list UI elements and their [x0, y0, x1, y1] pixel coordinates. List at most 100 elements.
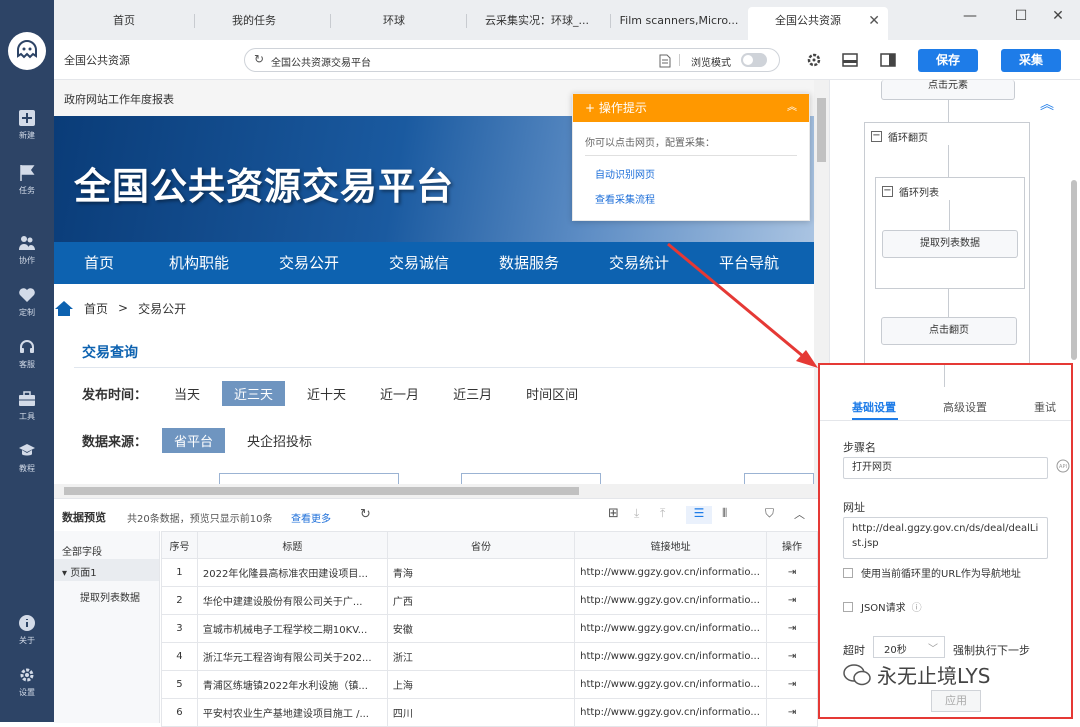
column-header[interactable]: 序号 [161, 531, 198, 559]
tab-film-scanners[interactable]: Film scanners,Micro... [614, 7, 744, 40]
help-icon[interactable]: ⓘ [912, 599, 922, 614]
save-button[interactable]: 保存 [918, 49, 978, 72]
breadcrumb-current[interactable]: 交易公开 [138, 300, 186, 317]
layout-right-icon[interactable] [878, 50, 898, 70]
site-nav-item[interactable]: 首页 [54, 242, 144, 284]
scrollbar-thumb[interactable] [817, 98, 826, 162]
row-action-icon[interactable]: ⇥ [766, 558, 818, 587]
column-header[interactable]: 省份 [386, 531, 576, 559]
flow-group-loop-page[interactable]: − 循环翻页 − 循环列表 提取列表数据 点击翻页 [864, 122, 1030, 365]
timeout-select[interactable]: 20秒 ﹀ [873, 636, 945, 658]
column-view-icon[interactable]: ⦀ [722, 506, 727, 521]
close-icon[interactable]: ✕ [868, 7, 880, 35]
app-logo-icon[interactable] [8, 32, 46, 70]
sidebar-item-settings[interactable]: 设置 [0, 662, 54, 706]
time-option[interactable]: 近三月 [441, 381, 504, 406]
flow-node-click-element[interactable]: 点击元素 [881, 80, 1015, 100]
sidebar-item-tutorial[interactable]: 教程 [0, 438, 54, 482]
breadcrumb-home[interactable]: 首页 [84, 300, 108, 317]
sidebar-item-new[interactable]: 新建 [0, 105, 54, 149]
url-bar[interactable]: ↻ 全国公共资源交易平台 浏览模式 [244, 48, 780, 72]
move-up-icon[interactable]: ⤒ [660, 506, 665, 521]
horizontal-scrollbar[interactable] [54, 484, 814, 498]
collapse-minus-icon[interactable]: − [882, 186, 893, 197]
sidebar-item-tools[interactable]: 工具 [0, 386, 54, 430]
sidebar-item-about[interactable]: 关于 [0, 610, 54, 654]
sidebar-item-collab[interactable]: 协作 [0, 230, 54, 274]
step-name-input[interactable]: 打开网页 [843, 457, 1048, 479]
site-nav-item[interactable]: 交易公开 [254, 242, 364, 284]
list-view-icon[interactable]: ☰ [686, 506, 712, 524]
tab-active[interactable]: 全国公共资源 ✕ [748, 7, 888, 40]
maximize-icon[interactable]: ☐ [1009, 8, 1033, 30]
time-option-selected[interactable]: 近三天 [222, 380, 286, 406]
flow-node-click-next[interactable]: 点击翻页 [881, 317, 1017, 345]
site-nav-item[interactable]: 数据服务 [474, 242, 584, 284]
table-row[interactable]: 4 浙江华元工程咨询有限公司关于202... 浙江 http://www.ggzy.g… [161, 642, 818, 671]
table-row[interactable]: 1 2022年化隆县高标准农田建设项目... 青海 http://www.ggzy.g… [161, 558, 818, 587]
flow-group-loop-list[interactable]: − 循环列表 提取列表数据 [875, 177, 1025, 289]
collapse-up-icon[interactable]: ︽ [1040, 94, 1054, 114]
url-input[interactable]: http://deal.ggzy.gov.cn/ds/deal/dealList… [843, 517, 1048, 559]
time-option[interactable]: 近一月 [368, 381, 431, 406]
site-nav-item[interactable]: 平台导航 [694, 242, 804, 284]
column-header[interactable]: 标题 [196, 531, 388, 559]
row-action-icon[interactable]: ⇥ [766, 670, 818, 699]
window-close-icon[interactable]: ✕ [1046, 8, 1070, 30]
row-action-icon[interactable]: ⇥ [766, 614, 818, 643]
flow-node-extract[interactable]: 提取列表数据 [882, 230, 1018, 258]
collapse-icon[interactable]: ︽ [787, 94, 797, 122]
sidebar-item-tasks[interactable]: 任务 [0, 160, 54, 204]
refresh-icon[interactable]: ↻ [360, 507, 371, 522]
site-nav-item[interactable]: 交易诚信 [364, 242, 474, 284]
source-option-selected[interactable]: 省平台 [162, 427, 226, 453]
table-row[interactable]: 5 青浦区练塘镇2022年水利设施（镇... 上海 http://www.ggzy.g… [161, 670, 818, 699]
tab-basic-settings[interactable]: 基础设置 [852, 399, 896, 415]
api-icon[interactable]: API [1056, 459, 1070, 473]
table-row[interactable]: 3 宣城市机械电子工程学校二期10KV... 安徽 http://www.ggzy.g… [161, 614, 818, 643]
scrollbar-thumb[interactable] [64, 487, 579, 495]
tab-retry[interactable]: 重试 [1034, 399, 1056, 415]
row-action-icon[interactable]: ⇥ [766, 586, 818, 615]
site-nav-item[interactable]: 交易统计 [584, 242, 694, 284]
tree-item-extract[interactable]: 提取列表数据 [80, 589, 140, 604]
site-nav-item[interactable]: 机构职能 [144, 242, 254, 284]
browse-mode-toggle[interactable] [741, 53, 767, 67]
document-icon[interactable] [659, 54, 671, 68]
use-loop-url-checkbox[interactable]: 使用当前循环里的URL作为导航地址 [843, 565, 1021, 580]
apply-button[interactable]: 应用 [931, 690, 981, 712]
layout-bottom-icon[interactable] [840, 50, 860, 70]
tab-global[interactable]: 环球 [334, 7, 454, 40]
table-row[interactable]: 6 平安村农业生产基地建设项目施工 /... 四川 http://www.ggzy.g… [161, 698, 818, 727]
time-option[interactable]: 时间区间 [514, 381, 590, 406]
time-option[interactable]: 当天 [162, 381, 212, 406]
time-option[interactable]: 近十天 [295, 381, 358, 406]
tab-cloud-collect[interactable]: 云采集实况：环球_... [472, 7, 602, 40]
tab-advanced-settings[interactable]: 高级设置 [943, 399, 987, 415]
view-more-link[interactable]: 查看更多 [291, 510, 331, 525]
home-icon[interactable] [54, 299, 74, 317]
source-option[interactable]: 央企招投标 [235, 428, 324, 453]
sidebar-item-support[interactable]: 客服 [0, 334, 54, 378]
table-row[interactable]: 2 华伦中建建设股份有限公司关于广... 广西 http://www.ggzy.gov… [161, 586, 818, 615]
tab-home[interactable]: 首页 [64, 7, 184, 40]
checkbox[interactable] [843, 601, 853, 612]
all-fields[interactable]: 全部字段 [62, 543, 102, 558]
column-header[interactable]: 链接地址 [574, 531, 768, 559]
auto-detect-link[interactable]: 自动识别网页 [595, 166, 797, 181]
tab-my-tasks[interactable]: 我的任务 [199, 7, 309, 40]
collect-button[interactable]: 采集 [1001, 49, 1061, 72]
json-request-checkbox[interactable]: JSON请求 ⓘ [843, 599, 922, 614]
minimize-icon[interactable]: — [958, 8, 982, 30]
add-field-icon[interactable]: ⊞ [608, 506, 619, 521]
scrollbar-thumb[interactable] [1071, 180, 1077, 360]
collapse-minus-icon[interactable]: − [871, 131, 882, 142]
move-down-icon[interactable]: ⤓ [634, 506, 639, 521]
checkbox[interactable] [843, 567, 853, 578]
settings-gear-icon[interactable] [804, 50, 824, 70]
column-header[interactable]: 操作 [766, 531, 818, 559]
collapse-up-icon[interactable]: ︿ [794, 506, 805, 522]
sidebar-item-custom[interactable]: 定制 [0, 282, 54, 326]
row-action-icon[interactable]: ⇥ [766, 642, 818, 671]
filter-icon[interactable]: ⛉ [765, 506, 774, 521]
